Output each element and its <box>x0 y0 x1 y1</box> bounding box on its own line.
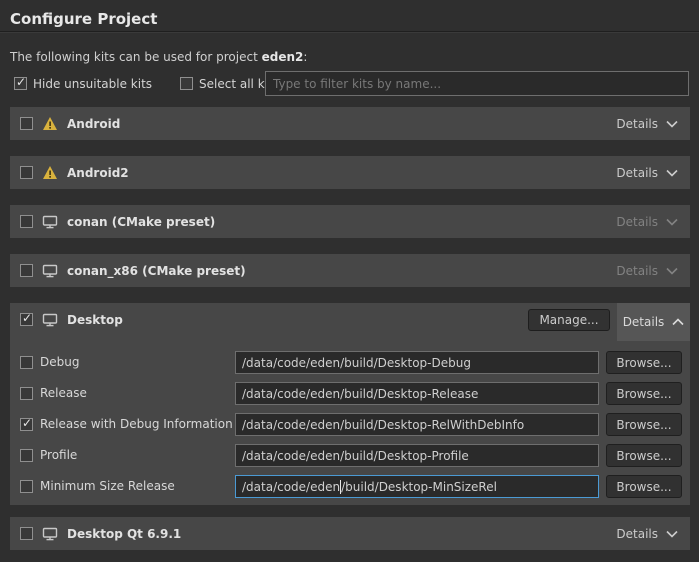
kit-row-android: Android Details <box>10 107 690 140</box>
config-label: Debug <box>40 355 79 369</box>
build-dir-input[interactable] <box>235 351 599 374</box>
kit-row-conan: conan (CMake preset) Details <box>10 205 690 238</box>
details-button[interactable]: Details <box>614 115 680 133</box>
kit-checkbox[interactable] <box>20 166 33 179</box>
warning-icon <box>42 165 58 180</box>
kit-name: Desktop <box>67 313 123 327</box>
details-button[interactable]: Details <box>614 213 680 231</box>
project-name: eden2 <box>262 50 304 64</box>
chevron-down-icon <box>666 267 678 275</box>
browse-button[interactable]: Browse... <box>606 475 682 498</box>
kit-name: conan_x86 (CMake preset) <box>67 264 246 278</box>
build-dir-input[interactable] <box>235 413 599 436</box>
build-config-row-relwithdebinfo: Release with Debug Information Browse... <box>10 413 690 436</box>
config-label: Profile <box>40 448 77 462</box>
desktop-icon <box>42 312 58 327</box>
hide-unsuitable-kits-label: Hide unsuitable kits <box>33 77 152 91</box>
build-dir-input[interactable] <box>235 382 599 405</box>
details-button[interactable]: Details <box>614 525 680 543</box>
config-label: Release with Debug Information <box>40 417 233 431</box>
chevron-down-icon <box>666 120 678 128</box>
intro-text: The following kits can be used for proje… <box>10 50 307 64</box>
kit-row-desktop-qt: Desktop Qt 6.9.1 Details <box>10 517 690 550</box>
kit-row-android2: Android2 Details <box>10 156 690 189</box>
kit-name: Android2 <box>67 166 129 180</box>
page-title: Configure Project <box>10 10 157 28</box>
desktop-icon <box>42 263 58 278</box>
config-checkbox[interactable] <box>20 418 33 431</box>
browse-button[interactable]: Browse... <box>606 444 682 467</box>
kit-checkbox[interactable] <box>20 264 33 277</box>
browse-button[interactable]: Browse... <box>606 413 682 436</box>
config-checkbox[interactable] <box>20 356 33 369</box>
warning-icon <box>42 116 58 131</box>
kit-filter-input[interactable] <box>265 71 689 96</box>
config-checkbox[interactable] <box>20 480 33 493</box>
build-config-row-minsizerel: Minimum Size Release /data/code/eden/bui… <box>10 475 690 498</box>
build-dir-input[interactable] <box>235 444 599 467</box>
config-label: Release <box>40 386 87 400</box>
desktop-icon <box>42 526 58 541</box>
filter-bar: Hide unsuitable kits Select all kits <box>14 75 301 92</box>
kit-checkbox[interactable] <box>20 117 33 130</box>
kit-name: Android <box>67 117 120 131</box>
manage-button[interactable]: Manage... <box>528 309 610 331</box>
config-label: Minimum Size Release <box>40 479 175 493</box>
title-separator <box>0 31 699 33</box>
build-dir-input-focused[interactable]: /data/code/eden/build/Desktop-MinSizeRel <box>235 475 599 498</box>
browse-button[interactable]: Browse... <box>606 351 682 374</box>
kit-row-conan-x86: conan_x86 (CMake preset) Details <box>10 254 690 287</box>
desktop-icon <box>42 214 58 229</box>
select-all-kits-checkbox[interactable] <box>180 77 193 90</box>
kit-panel-desktop: Details Desktop Manage... Debug Browse..… <box>10 303 690 505</box>
config-checkbox[interactable] <box>20 449 33 462</box>
config-checkbox[interactable] <box>20 387 33 400</box>
kit-name: conan (CMake preset) <box>67 215 215 229</box>
kit-checkbox[interactable] <box>20 527 33 540</box>
kit-name: Desktop Qt 6.9.1 <box>67 527 181 541</box>
build-config-row-release: Release Browse... <box>10 382 690 405</box>
chevron-down-icon <box>666 530 678 538</box>
chevron-down-icon <box>666 218 678 226</box>
browse-button[interactable]: Browse... <box>606 382 682 405</box>
build-config-row-debug: Debug Browse... <box>10 351 690 374</box>
hide-unsuitable-kits-checkbox[interactable] <box>14 77 27 90</box>
chevron-down-icon <box>666 169 678 177</box>
details-button[interactable]: Details <box>614 262 680 280</box>
details-button[interactable]: Details <box>614 164 680 182</box>
configure-project-screen: Configure Project The following kits can… <box>0 0 699 562</box>
kit-checkbox[interactable] <box>20 313 33 326</box>
kit-checkbox[interactable] <box>20 215 33 228</box>
build-config-row-profile: Profile Browse... <box>10 444 690 467</box>
